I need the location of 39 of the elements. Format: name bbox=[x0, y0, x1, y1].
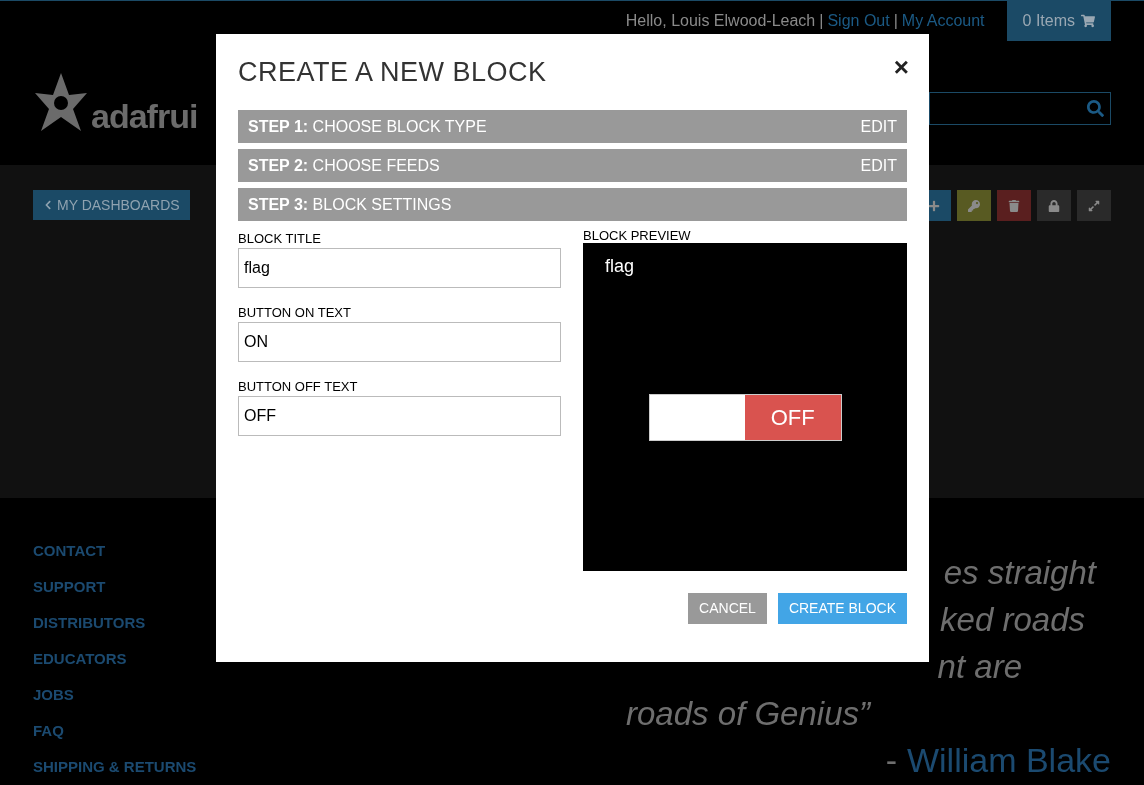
step-title: STEP 2: CHOOSE FEEDS bbox=[248, 155, 440, 176]
quote-text: nt are bbox=[937, 647, 1022, 687]
cancel-button[interactable]: CANCEL bbox=[688, 593, 767, 624]
toggle-label: OFF bbox=[745, 395, 841, 440]
toggle-switch[interactable]: OFF bbox=[648, 394, 842, 441]
separator: | bbox=[819, 11, 824, 31]
sign-out-link[interactable]: Sign Out bbox=[827, 9, 890, 33]
field-label: BLOCK TITLE bbox=[238, 230, 322, 247]
dialog-title: CREATE A NEW BLOCK bbox=[238, 58, 547, 86]
step-bar[interactable]: STEP 2: CHOOSE FEEDS EDIT bbox=[238, 149, 907, 182]
quote-text: es straight bbox=[943, 553, 1096, 593]
close-button[interactable]: × bbox=[893, 56, 909, 78]
edit-link[interactable]: EDIT bbox=[860, 114, 897, 139]
create-block-button[interactable]: CREATE BLOCK bbox=[777, 593, 907, 624]
dash-text: - bbox=[885, 740, 897, 781]
step-bar[interactable]: STEP 1: CHOOSE BLOCK TYPE EDIT bbox=[238, 110, 907, 143]
text-field[interactable]: flag bbox=[238, 248, 561, 288]
step-title: STEP 3: BLOCK SETTINGS bbox=[248, 194, 452, 215]
footer-link[interactable]: FAQ bbox=[33, 721, 300, 740]
back-button[interactable]: MY DASHBOARDS bbox=[33, 190, 190, 220]
logo-text: adafrui bbox=[91, 99, 198, 133]
my-account-link[interactable]: My Account bbox=[901, 9, 985, 33]
footer-link[interactable]: JOBS bbox=[33, 685, 300, 704]
field-label: BUTTON ON TEXT bbox=[238, 304, 352, 321]
author-link[interactable]: William Blake bbox=[906, 737, 1111, 783]
field-label: BUTTON OFF TEXT bbox=[238, 378, 359, 395]
edit-link[interactable]: EDIT bbox=[860, 153, 897, 178]
footer-link[interactable]: SHIPPING & RETURNS bbox=[33, 757, 300, 776]
step-title: STEP 1: CHOOSE BLOCK TYPE bbox=[248, 116, 487, 137]
cart-button[interactable]: 0 Items bbox=[1006, 1, 1111, 41]
preview-label: BLOCK PREVIEW bbox=[583, 228, 692, 243]
text-field[interactable]: OFF bbox=[238, 396, 561, 436]
separator: | bbox=[893, 11, 898, 31]
quote-text: ked roads bbox=[940, 600, 1085, 640]
text-field[interactable]: ON bbox=[238, 322, 561, 362]
quote-text: roads of Genius” bbox=[626, 694, 870, 734]
step-bar[interactable]: STEP 3: BLOCK SETTINGS bbox=[238, 188, 907, 221]
greeting-text: Hello, Louis Elwood-Leach bbox=[625, 11, 816, 31]
preview-title: flag bbox=[605, 255, 635, 278]
